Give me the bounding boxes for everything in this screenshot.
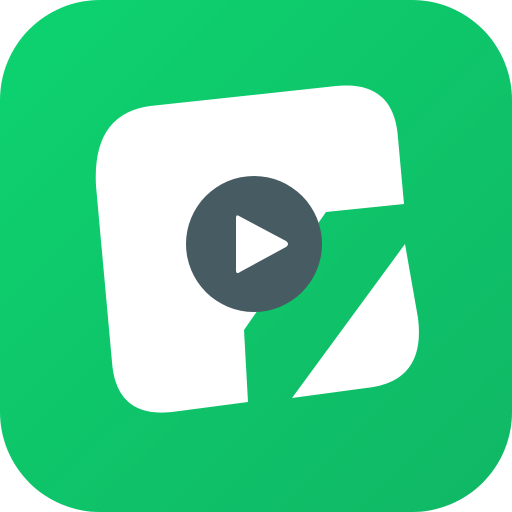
video-editor-app-icon[interactable] [0, 0, 512, 512]
play-icon [186, 176, 322, 312]
app-icon-stage [0, 0, 512, 512]
